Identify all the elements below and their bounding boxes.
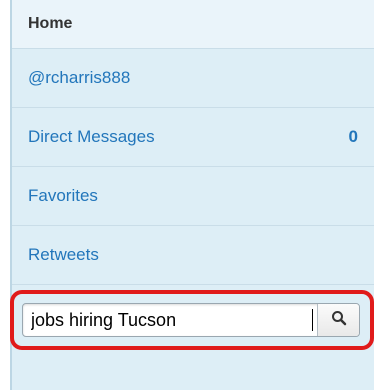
search-button[interactable]: [317, 304, 359, 336]
text-cursor: [312, 309, 313, 331]
search-icon: [331, 310, 347, 331]
message-count-badge: 0: [348, 127, 358, 146]
sidebar-item-label: Direct Messages: [28, 127, 155, 146]
sidebar-item-favorites[interactable]: Favorites: [12, 167, 374, 226]
sidebar-item-label: @rcharris888: [28, 68, 131, 87]
panel-footer-area: [12, 350, 374, 390]
search-box: [22, 303, 360, 337]
sidebar-item-home[interactable]: Home: [12, 0, 374, 49]
sidebar-item-label: Retweets: [28, 245, 99, 264]
sidebar-item-label: Favorites: [28, 186, 98, 205]
sidebar-item-profile[interactable]: @rcharris888: [12, 49, 374, 108]
sidebar-item-retweets[interactable]: Retweets: [12, 226, 374, 285]
search-highlight-outline: [10, 290, 374, 350]
sidebar-item-direct-messages[interactable]: Direct Messages 0: [12, 108, 374, 167]
sidebar-panel: Home @rcharris888 Direct Messages 0 Favo…: [10, 0, 374, 390]
sidebar-item-label: Home: [28, 15, 73, 32]
search-input[interactable]: [23, 304, 318, 336]
